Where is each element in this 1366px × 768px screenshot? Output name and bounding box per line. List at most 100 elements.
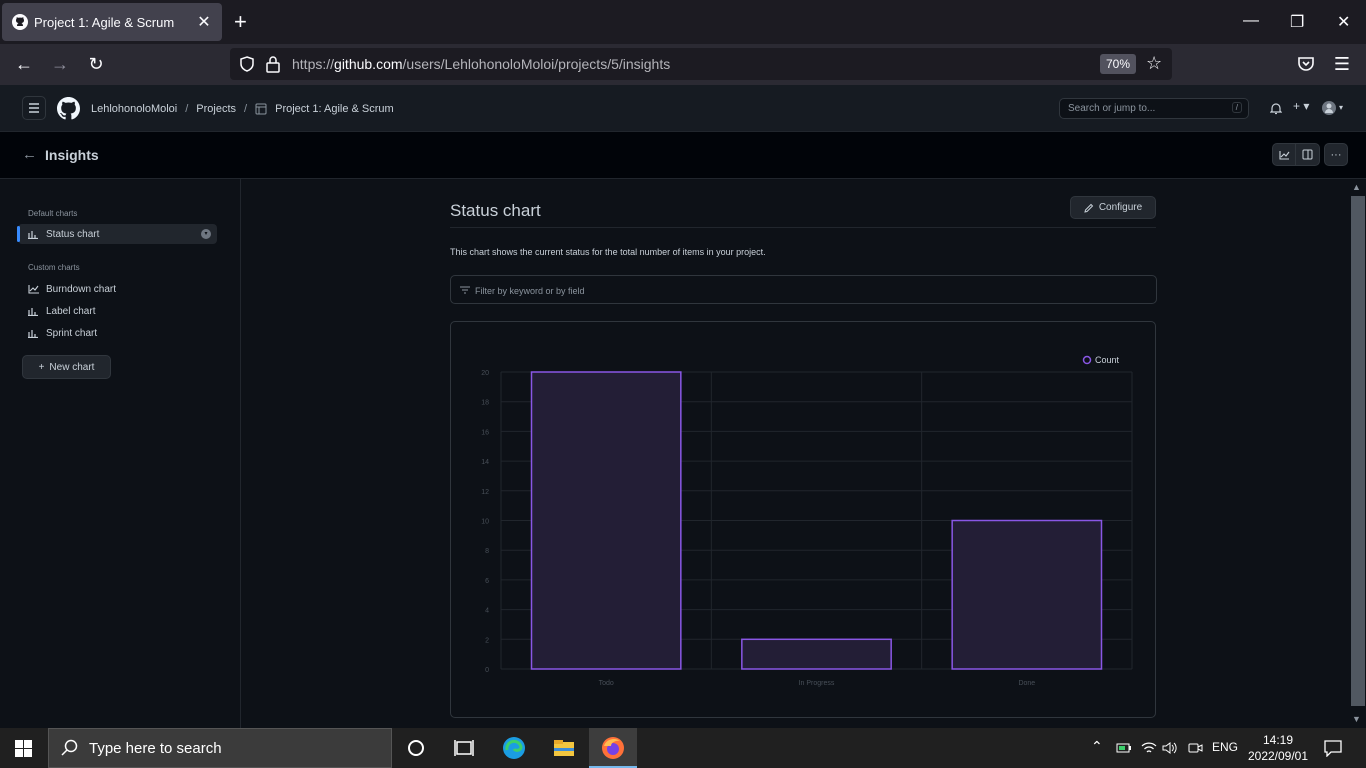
insights-bar: ← Insights ··· <box>0 132 1366 179</box>
cortana-icon[interactable] <box>404 736 428 760</box>
back-icon[interactable]: ← <box>14 54 34 74</box>
breadcrumb-project[interactable]: Project 1: Agile & Scrum <box>275 103 394 115</box>
breadcrumb-projects[interactable]: Projects <box>196 103 236 115</box>
y-tick-label: 12 <box>481 489 489 496</box>
sidebar-item-burndown-chart[interactable]: Burndown chart <box>18 279 217 299</box>
scroll-up-icon[interactable]: ▲ <box>1352 182 1361 192</box>
chart-description: This chart shows the current status for … <box>450 247 766 257</box>
firefox-icon[interactable] <box>601 736 625 760</box>
taskbar-search-input[interactable]: Type here to search <box>48 728 392 768</box>
sidebar-item-status-chart[interactable]: Status chart ▾ <box>17 224 217 244</box>
volume-icon[interactable] <box>1162 741 1178 755</box>
browser-navbar: ← → ↻ https://github.com/users/Lehlohono… <box>0 44 1366 85</box>
clock-time: 14:19 <box>1262 733 1294 747</box>
sidebar-item-sprint-chart[interactable]: Sprint chart <box>18 323 217 343</box>
avatar-chevron-down-icon[interactable]: ▾ <box>1339 103 1343 112</box>
restore-icon[interactable]: ❐ <box>1290 12 1304 32</box>
url-bar[interactable]: https://github.com/users/LehlohonoloMolo… <box>230 48 1172 80</box>
tab-close-icon[interactable]: ✕ <box>196 12 212 32</box>
app-menu-icon[interactable]: ☰ <box>1332 54 1352 74</box>
file-explorer-icon[interactable] <box>552 736 576 760</box>
chart-options-icon[interactable]: ▾ <box>201 229 211 239</box>
windows-taskbar: Type here to search ⌃ ENG 14:19 2022/09/… <box>0 728 1366 768</box>
notification-center-icon[interactable] <box>1324 739 1342 757</box>
x-tick-label: In Progress <box>799 680 835 687</box>
breadcrumb-user[interactable]: LehlohonoloMoloi <box>91 103 177 115</box>
tab-title: Project 1: Agile & Scrum <box>34 14 175 30</box>
lock-icon <box>266 56 280 73</box>
layout-view-button[interactable] <box>1296 143 1320 166</box>
avatar[interactable] <box>1322 101 1336 115</box>
configure-label: Configure <box>1098 202 1143 213</box>
bar-in-progress <box>741 638 892 670</box>
breadcrumb: LehlohonoloMoloi / Projects / Project 1:… <box>91 103 394 115</box>
browser-tab[interactable]: Project 1: Agile & Scrum ✕ <box>2 3 222 41</box>
meet-now-icon[interactable] <box>1187 741 1203 755</box>
battery-icon[interactable] <box>1116 741 1132 755</box>
breadcrumb-separator: / <box>185 103 189 115</box>
task-view-icon[interactable] <box>452 736 476 760</box>
windows-start-icon[interactable] <box>15 740 32 757</box>
url-text[interactable]: https://github.com/users/LehlohonoloMolo… <box>292 56 670 72</box>
status-bar-chart: 0 2 4 6 8 10 12 14 16 18 20 Todo In Progress Done Coun… <box>481 355 1133 687</box>
y-tick-label: 6 <box>485 578 489 585</box>
global-menu-button[interactable] <box>22 96 46 120</box>
y-tick-label: 2 <box>485 637 489 644</box>
y-tick-label: 20 <box>481 370 489 377</box>
y-tick-label: 10 <box>481 519 489 526</box>
wifi-icon[interactable] <box>1141 741 1157 755</box>
legend-label: Count <box>1095 355 1120 365</box>
y-tick-label: 18 <box>481 400 489 407</box>
view-toolbar: ··· <box>1272 143 1348 166</box>
filter-input[interactable]: Filter by keyword or by field <box>450 275 1157 304</box>
new-tab-icon[interactable]: + <box>234 11 247 33</box>
input-language[interactable]: ENG <box>1212 740 1238 754</box>
y-tick-label: 4 <box>485 608 489 615</box>
minimize-icon[interactable]: — <box>1243 12 1259 30</box>
tracking-shield-icon <box>240 56 254 72</box>
system-clock[interactable]: 14:19 2022/09/01 <box>1246 732 1310 764</box>
y-tick-label: 14 <box>481 459 489 466</box>
clock-date: 2022/09/01 <box>1247 749 1309 763</box>
forward-icon[interactable]: → <box>50 54 70 74</box>
sidebar-item-label-chart[interactable]: Label chart <box>18 301 217 321</box>
back-arrow-icon[interactable]: ← <box>22 146 37 163</box>
y-tick-label: 16 <box>481 429 489 436</box>
github-logo-icon[interactable] <box>57 97 80 120</box>
github-favicon-icon <box>12 14 28 30</box>
sidebar-item-label: Status chart <box>46 228 100 240</box>
pencil-icon <box>1084 203 1094 213</box>
bookmark-star-icon[interactable]: ☆ <box>1146 53 1162 74</box>
sidebar-item-label: Sprint chart <box>46 327 98 339</box>
create-new-icon[interactable]: + ▾ <box>1293 99 1309 113</box>
bar-done <box>951 519 1103 670</box>
y-tick-label: 0 <box>485 667 489 674</box>
edge-browser-icon[interactable] <box>502 736 526 760</box>
zoom-level[interactable]: 70% <box>1100 54 1137 74</box>
notifications-bell-icon[interactable] <box>1270 102 1282 115</box>
scroll-thumb[interactable] <box>1351 196 1365 706</box>
title-divider <box>450 227 1156 228</box>
configure-button[interactable]: Configure <box>1070 196 1156 219</box>
more-options-button[interactable]: ··· <box>1324 143 1348 166</box>
breadcrumb-separator: / <box>244 103 248 115</box>
search-shortcut-key: / <box>1231 102 1242 113</box>
bar-chart-icon <box>28 329 42 338</box>
new-chart-button[interactable]: + New chart <box>22 355 111 379</box>
new-chart-label: New chart <box>49 361 95 373</box>
line-graph-icon <box>28 284 42 294</box>
insights-view-button[interactable] <box>1272 143 1296 166</box>
bar-chart-icon <box>28 307 42 316</box>
reload-icon[interactable]: ↻ <box>86 54 106 74</box>
legend-marker <box>1082 355 1092 365</box>
table-icon <box>255 103 267 115</box>
sidebar-layout-icon <box>1302 149 1313 160</box>
show-hidden-icons-icon[interactable]: ⌃ <box>1091 738 1103 755</box>
browser-tab-strip: Project 1: Agile & Scrum ✕ + — ❐ ✕ <box>0 0 1366 44</box>
pocket-icon[interactable] <box>1297 56 1315 73</box>
close-window-icon[interactable]: ✕ <box>1337 12 1350 32</box>
search-input[interactable]: Search or jump to... / <box>1059 98 1249 119</box>
scroll-down-icon[interactable]: ▼ <box>1352 714 1361 724</box>
main-content: Status chart Configure This chart shows … <box>241 179 1350 728</box>
charts-sidebar: Default charts Status chart ▾ Custom cha… <box>0 179 241 728</box>
